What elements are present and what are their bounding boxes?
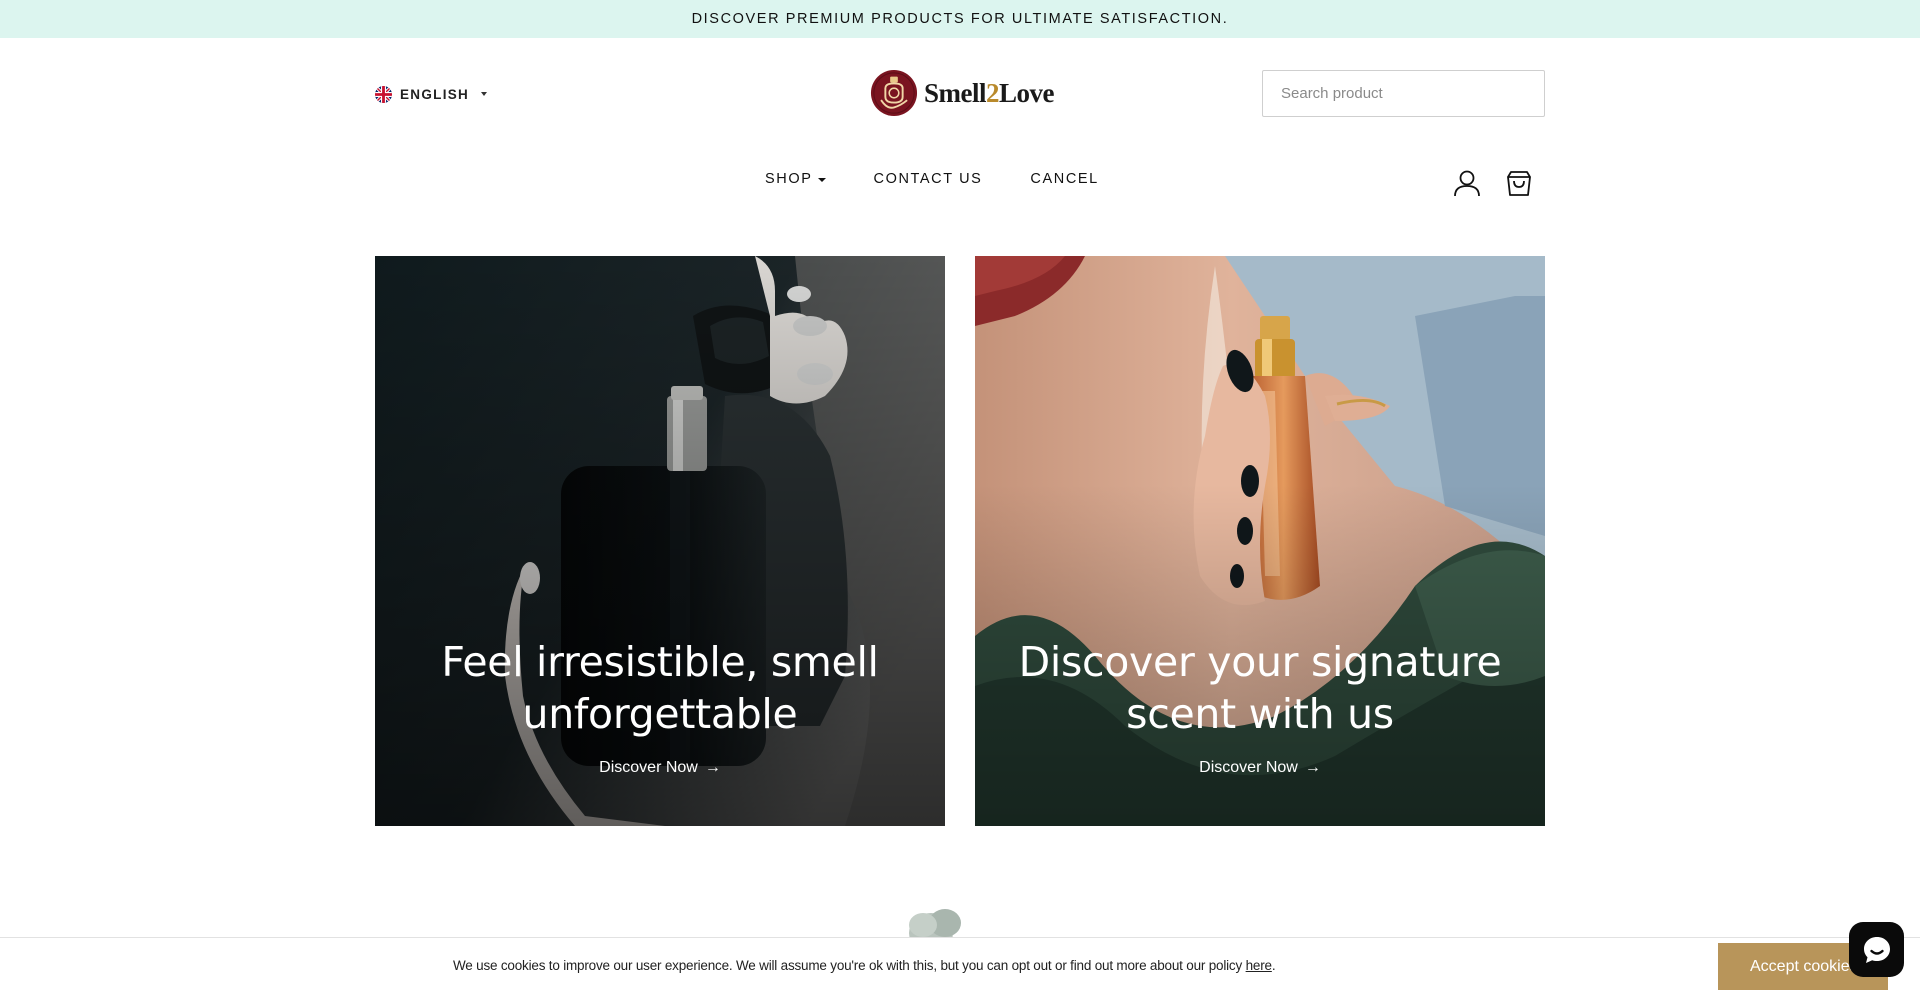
logo-text-accent: 2	[986, 77, 1000, 108]
perfume-bottle-image	[375, 256, 945, 826]
cta-label: Discover Now	[1199, 759, 1298, 776]
cookie-policy-link[interactable]: here	[1246, 958, 1272, 973]
nav-item-label: SHOP	[765, 171, 813, 187]
arrow-right-icon: →	[704, 759, 721, 776]
user-icon[interactable]	[1452, 168, 1482, 198]
cta-label: Discover Now	[599, 759, 698, 776]
chevron-down-icon	[481, 92, 488, 96]
nav-item-shop[interactable]: SHOP	[765, 171, 826, 187]
chat-widget-button[interactable]	[1849, 922, 1904, 977]
cookie-text: We use cookies to improve our user exper…	[453, 958, 1243, 973]
cookie-message: We use cookies to improve our user exper…	[453, 958, 1276, 973]
nav-item-label: CANCEL	[1030, 171, 1099, 187]
logo-text: Smell2Love	[924, 77, 1055, 109]
language-selector[interactable]: ENGLISH	[375, 85, 488, 103]
discover-now-link[interactable]: Discover Now →	[375, 759, 945, 777]
cookie-period: .	[1271, 958, 1276, 973]
banner-title: Discover your signature scent with us	[1018, 638, 1502, 738]
promo-banner-1[interactable]: Feel irresistible, smell unforgettable D…	[375, 256, 945, 826]
logo-mark-icon	[870, 69, 918, 117]
nav-item-contact-us[interactable]: CONTACT US	[874, 171, 983, 187]
promo-banner-2[interactable]: Discover your signature scent with us Di…	[975, 256, 1545, 826]
announcement-text: DISCOVER PREMIUM PRODUCTS FOR ULTIMATE S…	[691, 11, 1229, 27]
cookie-banner: We use cookies to improve our user exper…	[0, 937, 1920, 993]
chat-bubble-icon	[1863, 936, 1890, 963]
language-label: ENGLISH	[400, 86, 470, 102]
arrow-right-icon: →	[1304, 759, 1321, 776]
uk-flag-icon	[375, 85, 392, 103]
caret-down-icon	[817, 177, 826, 182]
shopping-bag-icon[interactable]	[1504, 168, 1534, 198]
nav-item-label: CONTACT US	[873, 171, 983, 187]
main-nav: SHOP CONTACT US CANCEL	[765, 169, 1099, 189]
logo-text-part: Love	[999, 77, 1055, 108]
woman-spraying-perfume-image	[975, 256, 1545, 826]
banner-title: Feel irresistible, smell unforgettable	[441, 638, 879, 738]
discover-now-link[interactable]: Discover Now →	[975, 759, 1545, 777]
announcement-bar: DISCOVER PREMIUM PRODUCTS FOR ULTIMATE S…	[0, 0, 1920, 38]
site-logo[interactable]: Smell2Love	[870, 68, 1055, 118]
nav-item-cancel[interactable]: CANCEL	[1030, 171, 1098, 187]
logo-text-part: Smell	[924, 77, 987, 108]
search-input[interactable]	[1262, 70, 1545, 117]
